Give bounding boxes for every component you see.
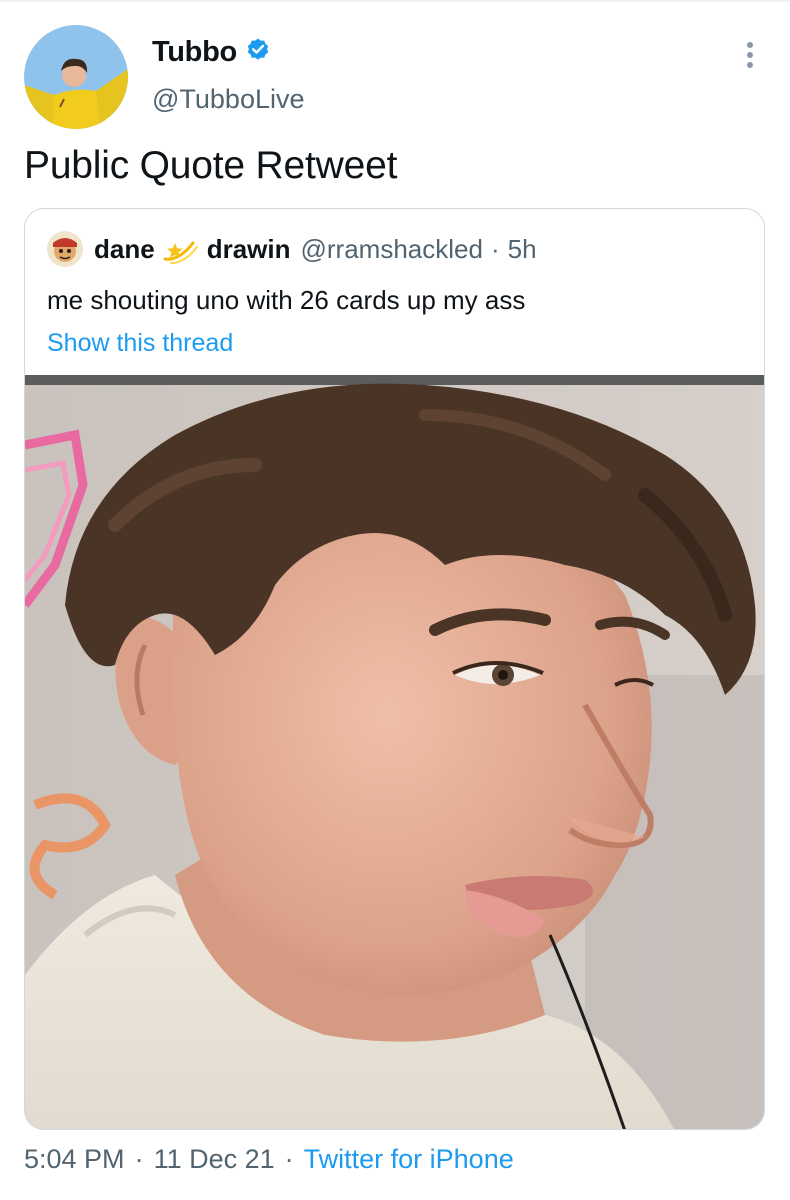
quoted-tweet-photo[interactable] bbox=[25, 375, 764, 1129]
author-display-name[interactable]: Tubbo bbox=[152, 36, 237, 69]
tweet-source-link[interactable]: Twitter for iPhone bbox=[304, 1144, 514, 1175]
tweet-date[interactable]: 11 Dec 21 bbox=[154, 1144, 275, 1175]
tweet-footer-meta: 5:04 PM · 11 Dec 21 · Twitter for iPhone bbox=[24, 1144, 514, 1175]
author-handle[interactable]: @TubboLive bbox=[152, 84, 305, 115]
quoted-meta-separator: · bbox=[490, 233, 500, 264]
quoted-tweet-card[interactable]: dane drawin @rramshackled · 5h me shouti… bbox=[24, 208, 765, 1130]
footer-separator-1: · bbox=[134, 1144, 144, 1174]
star-emoji-icon bbox=[163, 233, 199, 265]
verified-badge-icon bbox=[245, 37, 271, 68]
quoted-author-avatar bbox=[47, 231, 83, 267]
more-vertical-icon bbox=[747, 42, 753, 68]
more-options-button[interactable] bbox=[730, 30, 770, 80]
show-thread-link[interactable]: Show this thread bbox=[47, 329, 233, 358]
author-avatar[interactable] bbox=[24, 25, 128, 129]
author-name-row[interactable]: Tubbo bbox=[152, 36, 271, 69]
quoted-author-name-first[interactable]: dane bbox=[94, 234, 155, 265]
footer-separator-2: · bbox=[284, 1144, 294, 1174]
quoted-tweet-text: me shouting uno with 26 cards up my ass bbox=[47, 285, 526, 315]
tweet-text: Public Quote Retweet bbox=[24, 144, 398, 187]
quoted-tweet-time[interactable]: 5h bbox=[508, 234, 537, 265]
quoted-tweet-header: dane drawin @rramshackled · 5h bbox=[47, 231, 537, 267]
quoted-author-handle[interactable]: @rramshackled bbox=[300, 234, 482, 265]
tweet-time[interactable]: 5:04 PM bbox=[24, 1144, 125, 1175]
top-divider bbox=[0, 0, 790, 2]
quoted-author-name-second[interactable]: drawin bbox=[207, 234, 291, 265]
